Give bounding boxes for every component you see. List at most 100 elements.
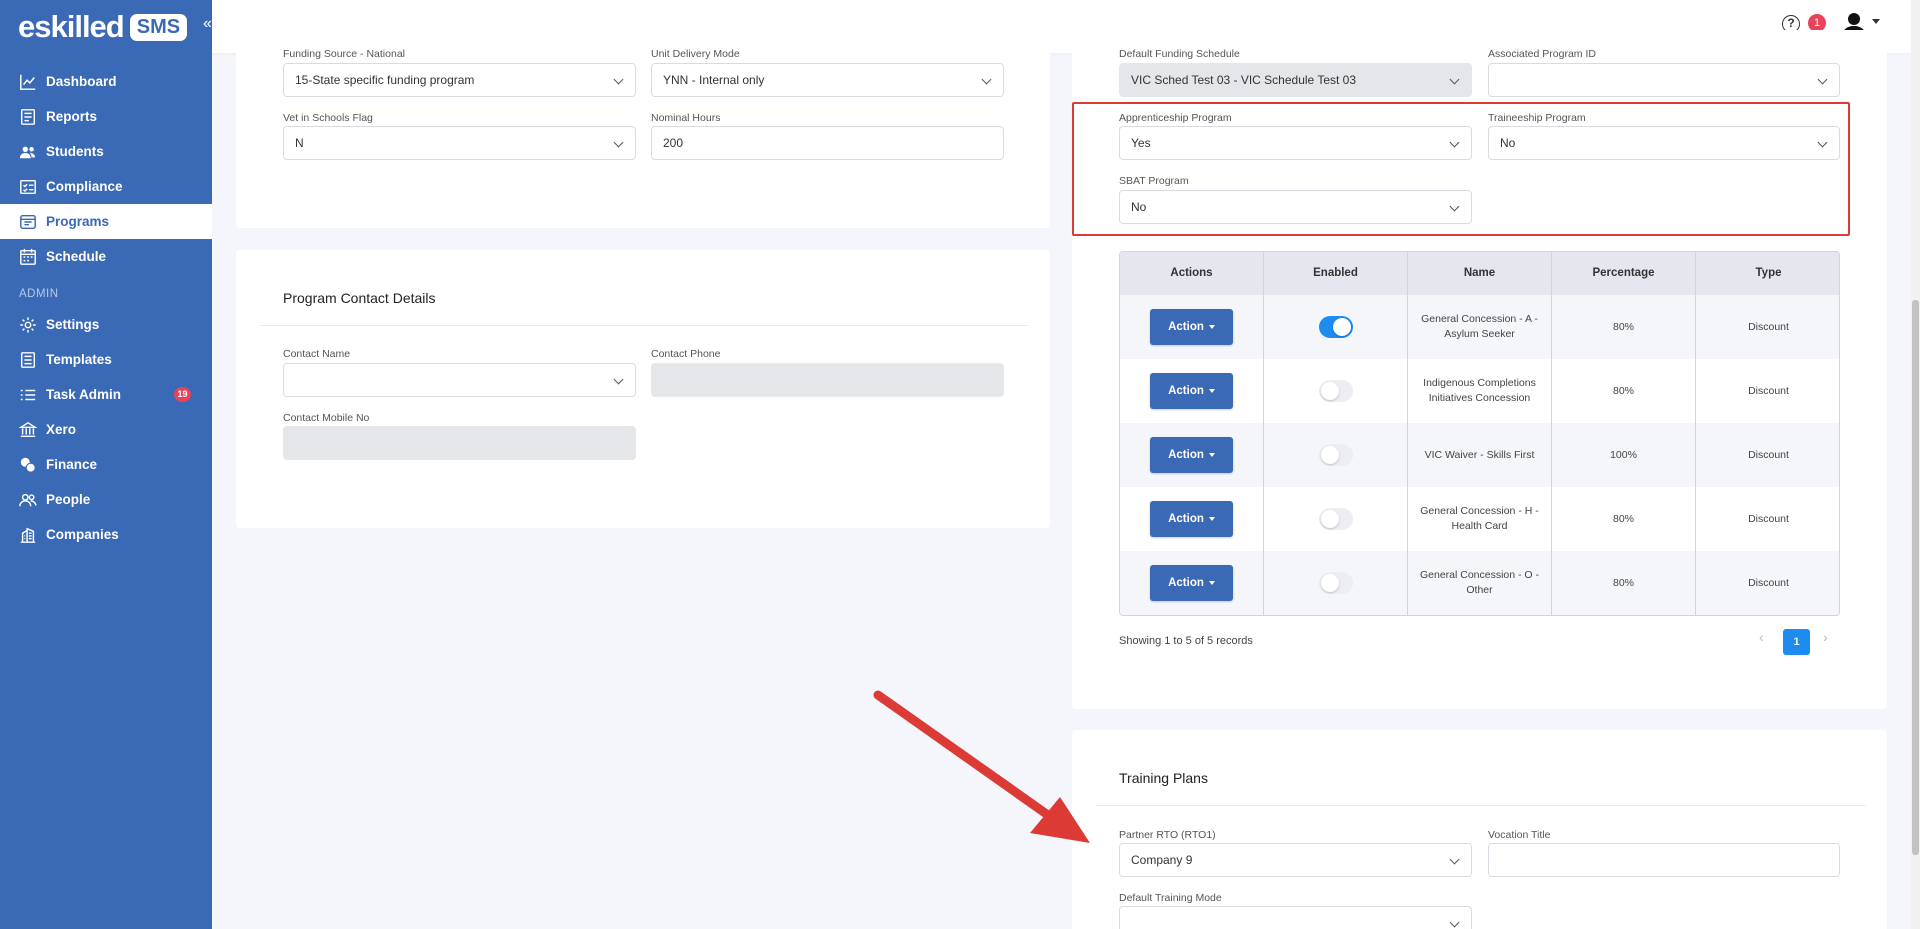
sidebar-item-finance[interactable]: Finance [0,447,212,482]
type-cell: Discount [1748,320,1789,333]
percentage-cell: 80% [1552,295,1696,359]
toggle-knob [1320,446,1339,464]
brand-logo[interactable]: eskilled SMS [18,9,188,44]
table-row: Action General Concession - O - Other 80% D… [1120,551,1839,615]
sidebar-item-label: Dashboard [46,74,117,89]
partner-rto-label: Partner RTO (RTO1) [1119,829,1216,841]
sidebar-item-label: Students [46,144,104,159]
action-button-label: Action [1168,577,1204,589]
template-icon [20,351,36,368]
report-icon [20,108,36,125]
toggle-knob [1332,318,1351,336]
scrollbar-thumb[interactable] [1912,300,1919,855]
sidebar-item-students[interactable]: Students [0,134,212,169]
table-body: Action General Concession - A - Asylum Se… [1120,295,1839,615]
column-header[interactable]: Type [1696,252,1839,295]
vet-in-schools-select[interactable]: N [283,126,636,160]
pagination-next[interactable]: › [1823,629,1828,645]
enabled-cell [1264,423,1408,487]
task-list-icon [20,389,36,400]
column-header[interactable]: Enabled [1264,252,1408,295]
chevron-down-icon [981,74,992,85]
sidebar-item-schedule[interactable]: Schedule [0,239,212,274]
programs-icon [20,214,36,229]
action-dropdown-button[interactable]: Action [1150,501,1233,537]
pagination-page[interactable]: 1 [1783,629,1810,655]
chevron-down-icon [1449,917,1460,928]
vocation-title-input[interactable] [1488,843,1840,877]
logo-badge: SMS [129,13,188,41]
sidebar-item-people[interactable]: People [0,482,212,517]
contact-mobile-label: Contact Mobile No [283,412,370,424]
chart-line-icon [20,74,36,90]
action-dropdown-button[interactable]: Action [1150,437,1233,473]
sidebar-item-programs[interactable]: Programs [0,204,212,239]
vocation-title-label: Vocation Title [1488,829,1551,841]
funding-source-value: 15-State specific funding program [295,73,475,87]
actions-cell: Action [1120,295,1264,359]
enabled-toggle[interactable] [1318,508,1353,530]
user-menu-caret-icon[interactable] [1872,19,1880,24]
column-header[interactable]: Name [1408,252,1552,295]
enabled-cell [1264,487,1408,551]
gear-icon [20,316,36,333]
enabled-toggle[interactable] [1318,380,1353,402]
action-dropdown-button[interactable]: Action [1150,373,1233,409]
contact-phone-input[interactable] [651,363,1004,397]
sidebar-item-xero[interactable]: Xero [0,412,212,447]
partner-rto-value: Company 9 [1131,853,1193,867]
sidebar-item-reports[interactable]: Reports [0,99,212,134]
sidebar-item-settings[interactable]: Settings [0,307,212,342]
contact-mobile-input[interactable] [283,426,636,460]
vet-in-schools-value: N [295,136,304,150]
sidebar-item-companies[interactable]: Companies [0,517,212,552]
caret-down-icon [1208,389,1215,393]
caret-down-icon [1208,517,1215,521]
sidebar-item-label: Schedule [46,249,107,264]
admin-heading: ADMIN [19,288,59,300]
actions-cell: Action [1120,359,1264,423]
nominal-hours-input[interactable]: 200 [651,126,1004,160]
action-dropdown-button[interactable]: Action [1150,565,1233,601]
sidebar: eskilled SMS « Dashboard Reports Student… [0,0,212,929]
annotation-arrow [873,690,1090,843]
contact-card-title: Program Contact Details [283,290,436,306]
sidebar-item-label: Compliance [46,179,123,194]
pagination-prev[interactable]: ‹ [1759,629,1764,645]
training-mode-select[interactable] [1119,906,1472,929]
unit-delivery-select[interactable]: YNN - Internal only [651,63,1004,97]
sidebar-item-label: Programs [46,214,110,229]
table-row: Action Indigenous Completions Initiatives… [1120,359,1839,423]
enabled-toggle[interactable] [1318,444,1353,466]
table-info: Showing 1 to 5 of 5 records [1119,635,1253,647]
collapse-sidebar-icon[interactable]: « [203,15,212,33]
toggle-knob [1320,382,1339,400]
contact-name-label: Contact Name [283,348,351,360]
sidebar-item-templates[interactable]: Templates [0,342,212,377]
column-header[interactable]: Percentage [1552,252,1696,295]
default-funding-select[interactable]: VIC Sched Test 03 - VIC Schedule Test 03 [1119,63,1472,97]
sidebar-item-task-admin[interactable]: Task Admin 19 [0,377,212,412]
chevron-down-icon [1817,74,1828,85]
caret-down-icon [1208,581,1215,585]
coins-icon [20,457,36,473]
training-mode-label: Default Training Mode [1119,892,1222,904]
actions-cell: Action [1120,551,1264,615]
action-button-label: Action [1168,385,1204,397]
sidebar-item-dashboard[interactable]: Dashboard [0,64,212,99]
vet-in-schools-label: Vet in Schools Flag [283,112,373,124]
enabled-toggle[interactable] [1318,316,1353,338]
action-button-label: Action [1168,321,1204,333]
sidebar-item-label: Task Admin [46,387,122,402]
calendar-icon [20,248,36,265]
action-dropdown-button[interactable]: Action [1150,309,1233,345]
enabled-toggle[interactable] [1318,572,1353,594]
percentage-cell: 80% [1552,487,1696,551]
associated-program-select[interactable] [1488,63,1840,97]
column-header[interactable]: Actions [1120,252,1264,295]
type-cell: Discount [1748,512,1789,525]
partner-rto-select[interactable]: Company 9 [1119,843,1472,877]
sidebar-item-compliance[interactable]: Compliance [0,169,212,204]
funding-source-select[interactable]: 15-State specific funding program [283,63,636,97]
contact-name-select[interactable] [283,363,636,397]
